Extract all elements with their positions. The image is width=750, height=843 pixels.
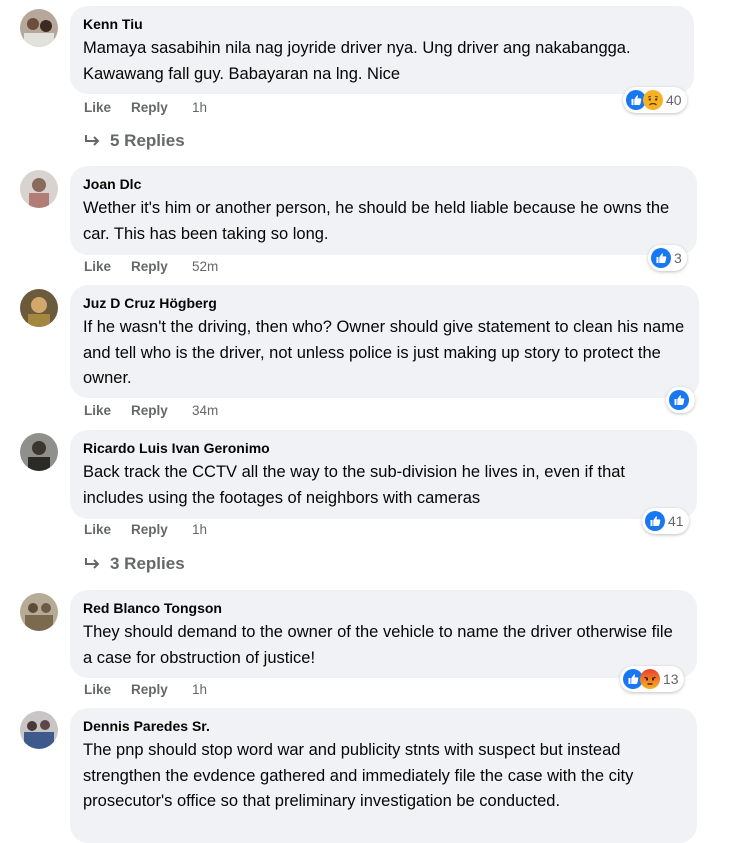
comment-timestamp[interactable]: 52m: [192, 259, 218, 274]
like-icon: [669, 390, 689, 410]
comment-author[interactable]: Red Blanco Tongson: [83, 599, 684, 617]
comment-text: Mamaya sasabihin nila nag joyride driver…: [83, 39, 631, 83]
comment-timestamp[interactable]: 1h: [192, 522, 207, 537]
comment-bubble: Kenn Tiu Mamaya sasabihin nila nag joyri…: [70, 6, 694, 94]
reply-button[interactable]: Reply: [131, 522, 192, 537]
reaction-summary[interactable]: 13: [620, 666, 684, 692]
comment-bubble: Dennis Paredes Sr. The pnp should stop w…: [70, 708, 697, 843]
reaction-summary[interactable]: 3: [648, 245, 687, 271]
comment-actions: Like Reply 1h: [84, 682, 207, 697]
comment-bubble: Red Blanco Tongson They should demand to…: [70, 590, 697, 678]
reply-button[interactable]: Reply: [131, 100, 192, 115]
reaction-count: 13: [663, 671, 679, 687]
sad-icon: [643, 90, 663, 110]
comment-text: The pnp should stop word war and publici…: [83, 741, 634, 810]
comment-bubble: Juz D Cruz Högberg If he wasn't the driv…: [70, 285, 699, 398]
like-button[interactable]: Like: [84, 522, 131, 537]
avatar[interactable]: [20, 170, 58, 208]
avatar[interactable]: [20, 593, 58, 631]
like-icon: [651, 248, 671, 268]
comment-text: Back track the CCTV all the way to the s…: [83, 463, 626, 507]
comment-author[interactable]: Kenn Tiu: [83, 15, 681, 33]
comment-bubble: Joan Dlc Wether it's him or another pers…: [70, 166, 697, 255]
comment-text: Wether it's him or another person, he sh…: [83, 199, 670, 243]
reaction-summary[interactable]: [666, 387, 695, 413]
reply-arrow-icon: [84, 134, 102, 148]
comment-actions: Like Reply 34m: [84, 403, 218, 418]
reaction-summary[interactable]: 41: [642, 508, 689, 534]
reply-arrow-icon: [84, 557, 102, 571]
comment-actions: Like Reply 52m: [84, 259, 218, 274]
reaction-summary[interactable]: 40: [623, 87, 687, 113]
comment-timestamp[interactable]: 1h: [192, 682, 207, 697]
like-button[interactable]: Like: [84, 403, 131, 418]
reaction-count: 41: [668, 513, 684, 529]
comment-timestamp[interactable]: 34m: [192, 403, 218, 418]
avatar[interactable]: [20, 711, 58, 749]
comment-author[interactable]: Ricardo Luis Ivan Geronimo: [83, 439, 684, 457]
comment-author[interactable]: Juz D Cruz Högberg: [83, 294, 686, 312]
reply-button[interactable]: Reply: [131, 682, 192, 697]
comment-author[interactable]: Dennis Paredes Sr.: [83, 717, 684, 735]
angry-icon: [640, 669, 660, 689]
avatar[interactable]: [20, 433, 58, 471]
reaction-count: 40: [666, 92, 682, 108]
like-button[interactable]: Like: [84, 259, 131, 274]
avatar[interactable]: [20, 289, 58, 327]
comment-actions: Like Reply 1h: [84, 522, 207, 537]
like-button[interactable]: Like: [84, 100, 131, 115]
comment-author[interactable]: Joan Dlc: [83, 175, 684, 193]
view-replies-button[interactable]: 3 Replies: [84, 554, 185, 574]
reply-button[interactable]: Reply: [131, 259, 192, 274]
replies-label: 5 Replies: [110, 131, 185, 150]
avatar[interactable]: [20, 9, 58, 47]
like-button[interactable]: Like: [84, 682, 131, 697]
comment-text: They should demand to the owner of the v…: [83, 623, 673, 667]
replies-label: 3 Replies: [110, 554, 185, 573]
comment-timestamp[interactable]: 1h: [192, 100, 207, 115]
reply-button[interactable]: Reply: [131, 403, 192, 418]
comment-actions: Like Reply 1h: [84, 100, 207, 115]
like-icon: [645, 511, 665, 531]
reaction-count: 3: [674, 250, 682, 266]
comment-text: If he wasn't the driving, then who? Owne…: [83, 318, 685, 387]
comment-bubble: Ricardo Luis Ivan Geronimo Back track th…: [70, 430, 697, 519]
view-replies-button[interactable]: 5 Replies: [84, 131, 185, 151]
